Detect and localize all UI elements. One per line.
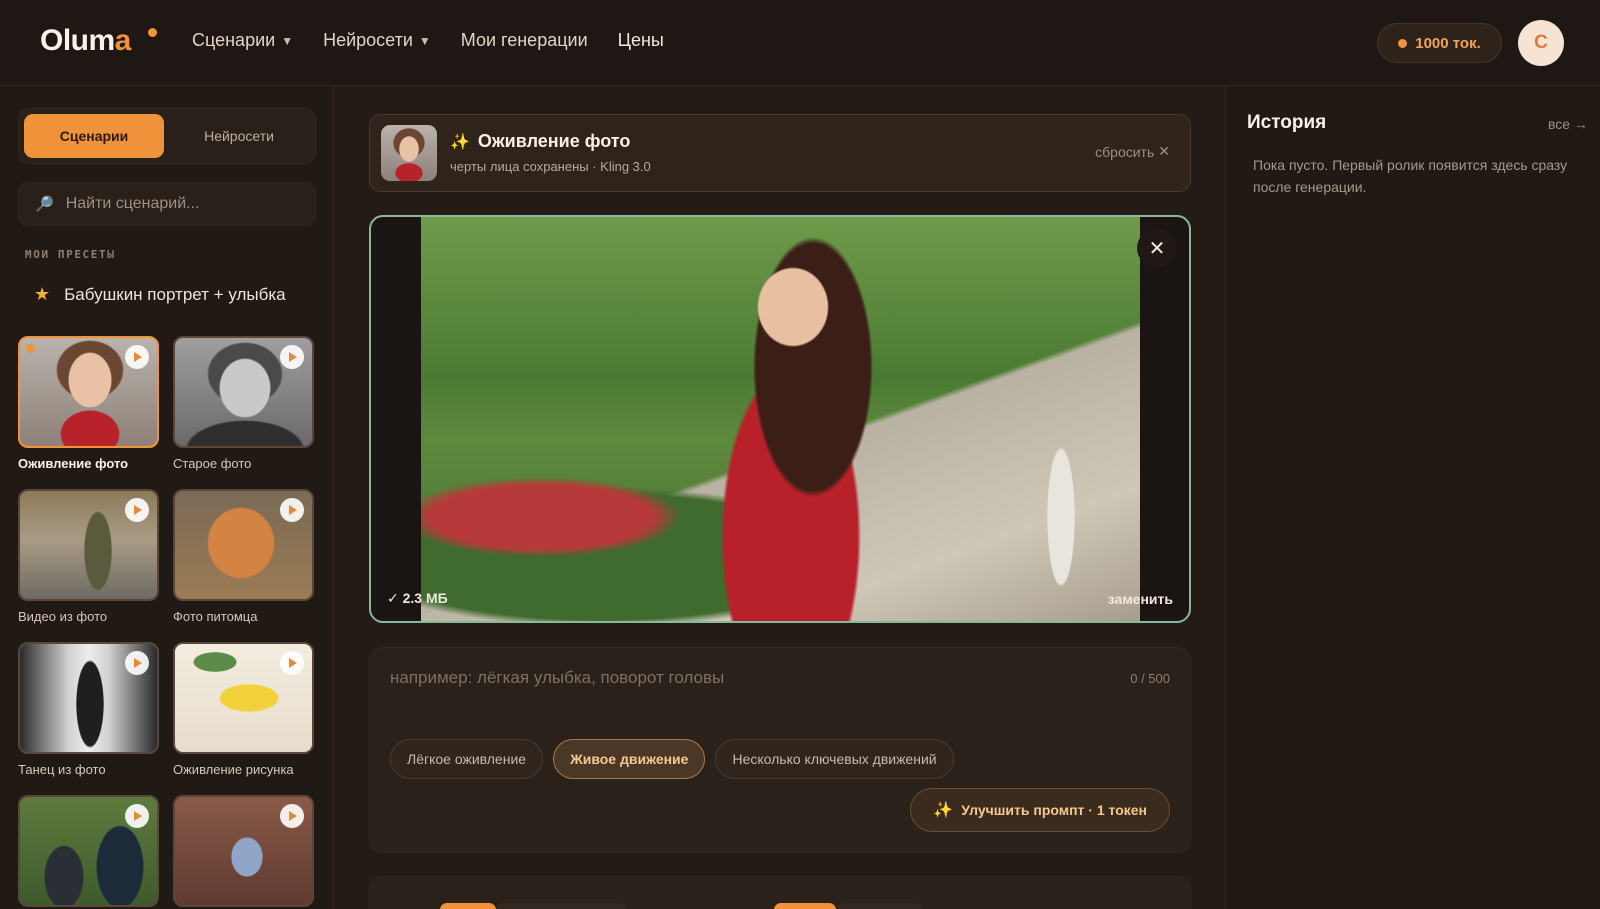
nav-prices-label: Цены	[617, 30, 664, 50]
setting-pill[interactable]	[496, 903, 626, 909]
scenario-thumbnail	[173, 336, 314, 448]
scenario-card-label: Оживление фото	[18, 456, 129, 471]
char-counter: 0 / 500	[1130, 671, 1170, 686]
play-icon[interactable]	[280, 345, 304, 369]
play-icon[interactable]	[125, 345, 149, 369]
improve-prompt-label: Улучшить промпт · 1 токен	[961, 802, 1147, 818]
scenario-title-text: Оживление фото	[477, 131, 631, 151]
main-nav: Сценарии ▼ Нейросети ▼ Мои генерации Цен…	[192, 30, 664, 51]
chevron-down-icon: ▼	[418, 33, 431, 48]
token-balance-button[interactable]: 1000 ток.	[1377, 23, 1502, 63]
scenario-card-pet-photo[interactable]: Фото питомца	[173, 489, 314, 624]
token-dot-icon	[1398, 38, 1408, 48]
scenario-thumbnail	[173, 489, 314, 601]
nav-scenarios-label: Сценарии	[192, 30, 276, 50]
token-balance-label: 1000 ток.	[1415, 34, 1481, 52]
scenario-thumbnail	[18, 642, 159, 754]
star-icon: ★	[34, 284, 51, 304]
motion-chips: Лёгкое оживление Живое движение Нескольк…	[390, 739, 954, 779]
nav-networks[interactable]: Нейросети ▼	[323, 30, 431, 51]
scenario-thumbnail	[173, 642, 314, 754]
setting-pill[interactable]	[774, 903, 836, 909]
preset-label: Бабушкин портрет + улыбка	[64, 284, 286, 304]
nav-my-generations[interactable]: Мои генерации	[461, 30, 588, 51]
presets-heading: МОИ ПРЕСЕТЫ	[25, 248, 116, 261]
scenario-thumbnail	[173, 795, 314, 907]
scenario-card-video-from-photo[interactable]: Видео из фото	[18, 489, 159, 624]
scenario-card-graduation[interactable]	[18, 795, 159, 907]
scenario-card-old-photo[interactable]: Старое фото	[173, 336, 314, 471]
search-icon: 🔎	[35, 196, 54, 213]
scenario-thumbnail	[18, 795, 159, 907]
scenario-thumbnail	[18, 489, 159, 601]
scenario-card-label: Танец из фото	[18, 762, 106, 777]
scenario-card-photo-animation[interactable]: Оживление фото	[18, 336, 159, 471]
play-icon[interactable]	[125, 498, 149, 522]
reset-button[interactable]: сбросить ✕	[1095, 143, 1170, 160]
history-empty-text: Пока пусто. Первый ролик появится здесь …	[1253, 157, 1568, 195]
file-size-badge: ✓ 2.3 МБ	[387, 590, 448, 606]
setting-pill[interactable]	[440, 903, 496, 909]
nav-prices[interactable]: Цены	[618, 30, 664, 51]
history-title: История	[1247, 112, 1327, 133]
scenario-card-label: Видео из фото	[18, 609, 108, 624]
history-all-link[interactable]: все →	[1548, 116, 1588, 132]
play-icon[interactable]	[280, 804, 304, 828]
settings-panel	[369, 876, 1191, 909]
scenario-subtitle: черты лица сохранены · Kling 3.0	[450, 159, 651, 174]
avatar[interactable]: С	[1518, 20, 1564, 66]
scenario-title: ✨ Оживление фото	[450, 131, 630, 152]
chevron-down-icon: ▼	[281, 33, 294, 48]
improve-prompt-button[interactable]: ✨ Улучшить промпт · 1 токен	[910, 788, 1170, 832]
uploaded-photo	[421, 217, 1140, 621]
preset-item[interactable]: ★ Бабушкин портрет + улыбка	[34, 284, 286, 305]
close-icon: ✕	[1148, 237, 1166, 260]
search-input[interactable]	[65, 195, 296, 213]
reset-label: сбросить	[1095, 143, 1155, 160]
nav-networks-label: Нейросети	[323, 30, 413, 50]
nav-my-generations-label: Мои генерации	[460, 30, 588, 50]
sidebar-tabs: Сценарии Нейросети	[18, 108, 316, 164]
scenario-thumbnail	[381, 125, 437, 181]
scenario-card-dance-from-photo[interactable]: Танец из фото	[18, 642, 159, 777]
play-icon[interactable]	[125, 651, 149, 675]
nav-scenarios[interactable]: Сценарии ▼	[192, 30, 293, 51]
logo-dot-icon	[148, 28, 157, 37]
close-icon: ✕	[1158, 143, 1170, 159]
play-icon[interactable]	[280, 498, 304, 522]
uploaded-photo-frame: ✕ ✓ 2.3 МБ заменить	[369, 215, 1191, 623]
scenario-card-label: Оживление рисунка	[173, 762, 294, 777]
left-sidebar: Сценарии Нейросети 🔎 МОИ ПРЕСЕТЫ ★ Бабуш…	[0, 86, 333, 909]
scenario-card-label: Старое фото	[173, 456, 252, 471]
play-icon[interactable]	[280, 651, 304, 675]
top-header: Oluma Сценарии ▼ Нейросети ▼ Мои генерац…	[0, 0, 1600, 86]
remove-photo-button[interactable]: ✕	[1137, 228, 1177, 268]
chip-live-motion[interactable]: Живое движение	[553, 739, 706, 779]
chip-key-motions[interactable]: Несколько ключевых движений	[715, 739, 954, 779]
logo-accent-letter: a	[114, 24, 132, 57]
tab-scenarios[interactable]: Сценарии	[24, 114, 164, 158]
replace-photo-link[interactable]: заменить	[1108, 591, 1173, 607]
scenario-thumbnail	[18, 336, 159, 448]
sparkle-icon: ✨	[933, 802, 954, 819]
prompt-input[interactable]	[390, 668, 1070, 708]
selected-dot-icon	[26, 344, 35, 353]
prompt-panel: 0 / 500 Лёгкое оживление Живое движение …	[369, 647, 1191, 853]
play-icon[interactable]	[125, 804, 149, 828]
scenario-card-label: Фото питомца	[173, 609, 258, 624]
scenario-card-jewelry[interactable]	[173, 795, 314, 907]
scenario-card-drawing-animation[interactable]: Оживление рисунка	[173, 642, 314, 777]
setting-pill[interactable]	[836, 903, 922, 909]
history-panel: История все → Пока пусто. Первый ролик п…	[1225, 86, 1600, 909]
logo[interactable]: Oluma	[40, 24, 131, 58]
scenario-search: 🔎	[18, 182, 316, 226]
chip-light-animation[interactable]: Лёгкое оживление	[390, 739, 544, 779]
selected-scenario-bar: ✨ Оживление фото черты лица сохранены · …	[369, 114, 1191, 192]
sparkle-icon: ✨	[450, 133, 470, 151]
tab-networks[interactable]: Нейросети	[169, 114, 309, 158]
